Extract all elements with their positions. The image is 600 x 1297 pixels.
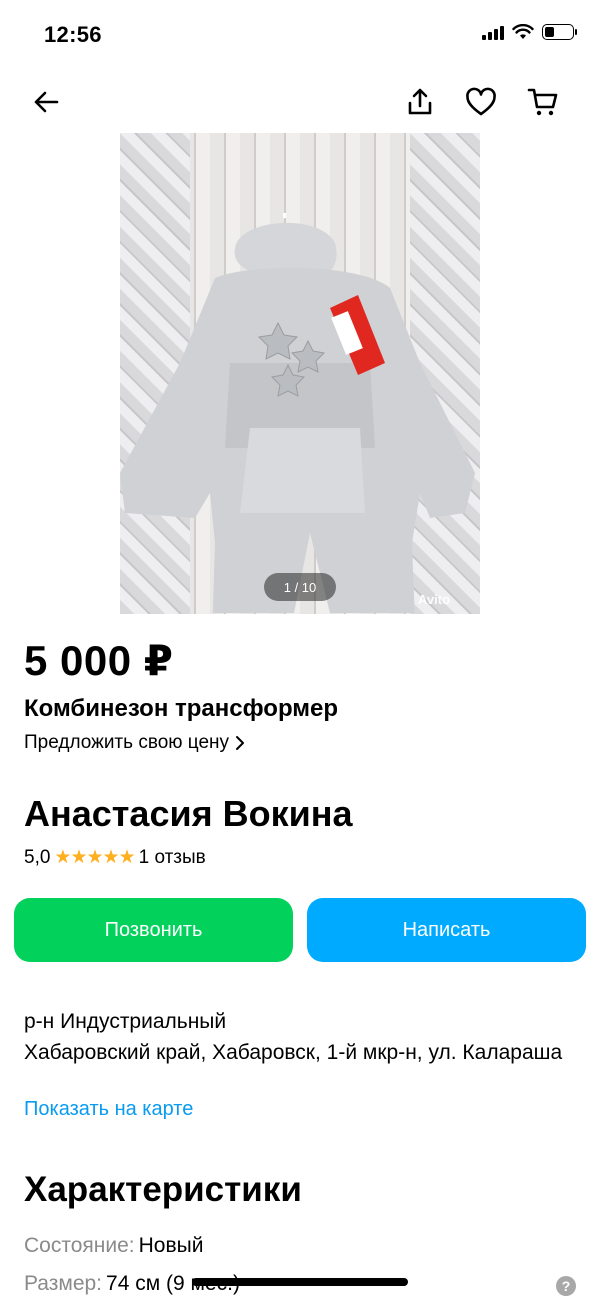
photo-counter: 1 / 10 — [264, 573, 336, 601]
status-icons — [482, 24, 577, 40]
help-icon[interactable]: ? — [556, 1276, 576, 1296]
seller-rating[interactable]: 5,0 ★★★★★ 1 отзыв — [24, 846, 206, 869]
address-block: р-н Индустриальный Хабаровский край, Хаб… — [24, 1006, 564, 1068]
photo-gallery[interactable]: 1 / 10 Avito — [0, 133, 600, 614]
product-jumpsuit-image — [120, 213, 475, 613]
share-icon — [408, 88, 432, 115]
reviews-count: 1 отзыв — [138, 846, 206, 868]
battery-icon — [542, 24, 577, 40]
avito-watermark: Avito — [418, 592, 451, 607]
rating-value: 5,0 — [24, 846, 51, 868]
full-address: Хабаровский край, Хабаровск, 1-й мкр-н, … — [24, 1041, 563, 1064]
arrow-left-icon — [34, 91, 59, 113]
rating-stars-icon: ★★★★★ — [54, 847, 135, 868]
listing-title: Комбинезон трансформер — [24, 695, 339, 722]
write-button[interactable]: Написать — [307, 898, 586, 962]
wifi-icon — [512, 24, 534, 39]
seller-name[interactable]: Анастасия Вокина — [24, 793, 353, 835]
status-time: 12:56 — [44, 22, 102, 47]
cellular-signal-icon — [482, 24, 504, 40]
cart-icon — [527, 88, 558, 116]
show-on-map-link[interactable]: Показать на карте — [24, 1098, 193, 1121]
specs-title: Характеристики — [24, 1170, 302, 1209]
top-nav — [0, 72, 600, 130]
share-button[interactable] — [398, 80, 442, 124]
price: 5 000 ₽ — [24, 637, 174, 684]
spec-value: Новый — [138, 1234, 204, 1257]
call-button[interactable]: Позвонить — [14, 898, 293, 962]
spec-key: Состояние: — [24, 1234, 135, 1257]
back-button[interactable] — [24, 80, 68, 124]
spec-row: Состояние: Новый — [24, 1234, 203, 1258]
offer-price-link[interactable]: Предложить свою цену — [24, 732, 245, 754]
cart-button[interactable] — [521, 80, 565, 124]
status-bar: 12:56 — [0, 0, 600, 70]
home-indicator — [192, 1278, 408, 1286]
battery-level — [545, 27, 554, 37]
district: р-н Индустриальный — [24, 1010, 227, 1033]
heart-icon — [466, 87, 496, 116]
offer-price-label: Предложить свою цену — [24, 732, 230, 753]
spec-key: Размер: — [24, 1272, 103, 1295]
chevron-right-icon — [236, 736, 245, 750]
favorite-button[interactable] — [459, 80, 503, 124]
